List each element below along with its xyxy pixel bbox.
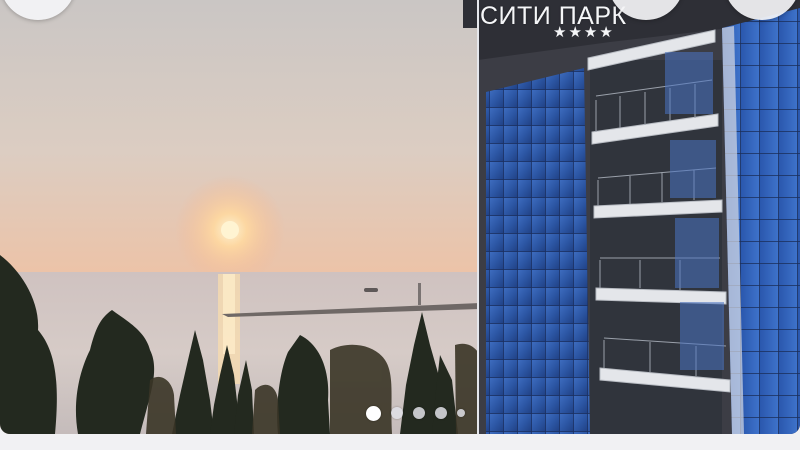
app-screen: СИТИ ПАРК ★★★★	[0, 0, 800, 450]
photo-gallery[interactable]: СИТИ ПАРК ★★★★	[0, 0, 800, 434]
hotel-stars: ★★★★	[553, 24, 615, 41]
slide-dot[interactable]	[391, 407, 403, 419]
slide-dot[interactable]	[457, 409, 465, 417]
slide-dot[interactable]	[413, 407, 425, 419]
hotel-photo	[0, 0, 800, 434]
slide-dot-active[interactable]	[366, 405, 381, 421]
slide-dot[interactable]	[435, 407, 447, 419]
slide-indicator[interactable]	[366, 405, 465, 421]
